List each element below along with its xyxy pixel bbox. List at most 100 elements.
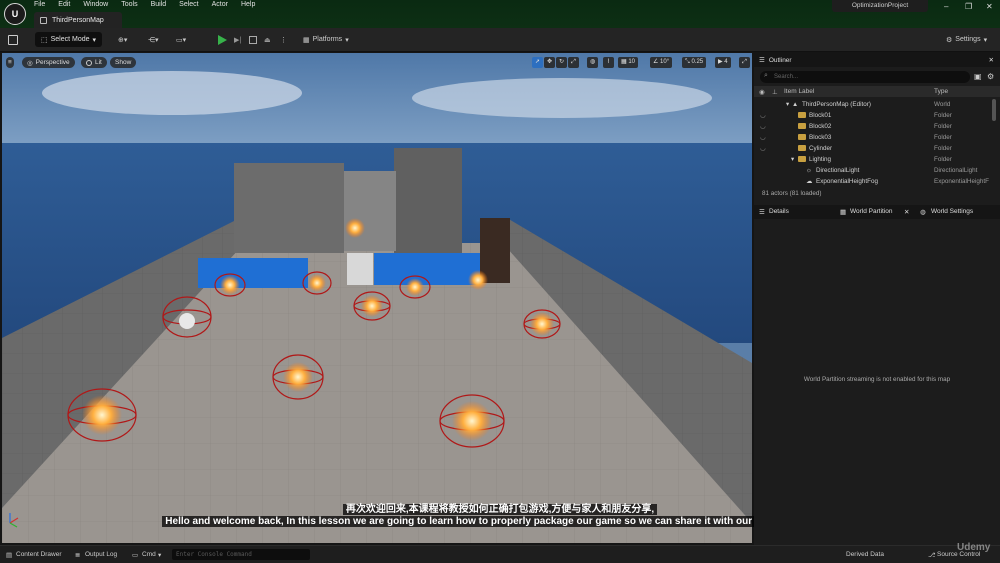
menu-file[interactable]: File (34, 0, 45, 10)
gear-icon[interactable]: ⚙ (987, 72, 994, 81)
blueprint-icon: ⋲▾ (148, 36, 159, 44)
level-viewport[interactable]: ≡ ◎ Perspective Lit Show ➚ ✥ ↻ ⤢ ◍ ⌇ ▦ 10… (2, 53, 752, 543)
tab-world-settings[interactable]: World Settings (931, 208, 973, 215)
folder-icon (798, 145, 806, 152)
play-icon (218, 34, 227, 45)
expand-icon: ▾ (791, 156, 795, 163)
eject-button[interactable]: ⏏ (264, 32, 271, 47)
scale-snap-value: 0.25 (691, 59, 704, 65)
select-mode-button[interactable]: ⬚ Select Mode ▾ (35, 32, 103, 47)
chevron-down-icon: ▾ (983, 36, 988, 44)
output-log-icon: ≣ (75, 552, 81, 559)
content-drawer-button[interactable]: Content Drawer (16, 551, 62, 558)
scale-snap-toggle[interactable]: ⤡ 0.25 (682, 57, 707, 68)
add-folder-icon[interactable]: ▣ (974, 72, 982, 81)
list-item[interactable]: ◡ Block02 Folder (754, 121, 1000, 132)
cinematics-button[interactable]: ▭▾ (176, 32, 186, 47)
settings-label: Settings (955, 36, 981, 43)
list-item[interactable]: ◡ Block03 Folder (754, 132, 1000, 143)
visibility-icon[interactable]: ◡ (760, 121, 766, 132)
close-icon[interactable]: ✕ (989, 56, 994, 64)
list-item[interactable]: ◡ Block01 Folder (754, 110, 1000, 121)
menu-actor[interactable]: Actor (212, 0, 228, 10)
udemy-watermark: Udemy (957, 542, 991, 553)
tab-third-person-map[interactable]: ThirdPersonMap (34, 12, 122, 28)
list-item[interactable]: ▾ ▲ ThirdPersonMap (Editor) World (754, 99, 1000, 110)
outliner-search-input[interactable]: Search... (760, 71, 970, 83)
maximize-icon[interactable]: ❐ (965, 2, 972, 11)
actor-count: 81 actors (81 loaded) (762, 190, 822, 197)
terminal-icon: ▭ (132, 552, 139, 559)
menu-select[interactable]: Select (179, 0, 198, 10)
select-mode-icon: ⬚ (41, 36, 48, 44)
visibility-icon[interactable]: ◡ (760, 110, 766, 121)
close-icon[interactable]: ✕ (986, 2, 993, 11)
tab-details[interactable]: Details (769, 208, 789, 215)
chevron-down-icon: ▾ (92, 36, 97, 44)
row-type: Folder (934, 123, 952, 130)
unreal-logo-icon[interactable]: U (4, 3, 26, 25)
menu-build[interactable]: Build (151, 0, 167, 10)
select-mode-label: Select Mode (50, 36, 90, 43)
col-type[interactable]: Type (934, 88, 948, 95)
list-item[interactable]: ▾ Lighting Folder (754, 154, 1000, 165)
tab-world-partition[interactable]: World Partition (850, 208, 893, 215)
list-item[interactable]: ☁ ExponentialHeightFog ExponentialHeight… (754, 176, 1000, 187)
list-item[interactable]: ☼ DirectionalLight DirectionalLight (754, 165, 1000, 176)
rotation-snap-value: 10° (660, 59, 670, 65)
step-icon: ▶| (234, 36, 242, 44)
grid-snap-toggle[interactable]: ▦ 10 (618, 57, 639, 68)
rotate-tool-icon[interactable]: ↻ (556, 57, 567, 68)
more-icon: ⋮ (280, 36, 287, 44)
hamburger-icon: ≡ (8, 59, 12, 66)
col-item-label[interactable]: Item Label (784, 88, 814, 95)
surface-snap-icon[interactable]: ⌇ (603, 57, 614, 68)
outliner-scrollbar[interactable] (992, 99, 996, 121)
settings-button[interactable]: ⚙ Settings ▾ (946, 32, 987, 47)
menu-edit[interactable]: Edit (58, 0, 70, 10)
row-type: ExponentialHeightF (934, 178, 989, 185)
visibility-icon[interactable]: ◡ (760, 132, 766, 143)
menu-help[interactable]: Help (241, 0, 255, 10)
select-tool-icon[interactable]: ➚ (532, 57, 543, 68)
visibility-icon[interactable]: ◡ (760, 143, 766, 154)
maximize-viewport-icon[interactable]: ⤢ (739, 57, 750, 68)
fog-icon: ☁ (806, 178, 813, 185)
perspective-button[interactable]: ◎ Perspective (22, 57, 75, 68)
row-type: World (934, 101, 951, 108)
minimize-icon[interactable]: – (944, 2, 948, 11)
play-button[interactable] (218, 32, 227, 47)
play-options-button[interactable]: ⋮ (280, 32, 287, 47)
output-log-button[interactable]: Output Log (85, 551, 117, 558)
rotation-snap-toggle[interactable]: ∠ 10° (650, 57, 673, 68)
translate-tool-icon[interactable]: ✥ (544, 57, 555, 68)
show-button[interactable]: Show (110, 57, 137, 68)
viewport-menu-button[interactable]: ≡ (6, 57, 14, 68)
stop-button[interactable] (249, 32, 257, 47)
close-icon[interactable]: ✕ (904, 208, 909, 216)
step-button[interactable]: ▶| (234, 32, 241, 47)
stop-icon (249, 35, 257, 44)
platforms-button[interactable]: ▦ Platforms ▾ (303, 32, 349, 47)
list-item[interactable]: ◡ Cylinder Folder (754, 143, 1000, 154)
blueprint-button[interactable]: ⋲▾ (148, 32, 159, 47)
world-space-icon[interactable]: ◍ (587, 57, 598, 68)
outliner-tab[interactable]: ☰ Outliner ✕ (754, 53, 1000, 67)
cmd-button[interactable]: Cmd (142, 551, 156, 558)
row-label: ThirdPersonMap (Editor) (802, 101, 871, 108)
derived-data-button[interactable]: Derived Data (846, 551, 884, 558)
save-button[interactable] (8, 32, 18, 47)
menu-tools[interactable]: Tools (121, 0, 137, 10)
folder-icon (798, 112, 806, 119)
camera-icon: ◎ (27, 59, 33, 67)
menu-window[interactable]: Window (83, 0, 108, 10)
scale-tool-icon[interactable]: ⤢ (568, 57, 579, 68)
title-bar: U File Edit Window Tools Build Select Ac… (0, 0, 1000, 28)
pin-header-icon: ⊥ (772, 89, 778, 96)
console-command-input[interactable]: Enter Console Command (172, 549, 310, 560)
lit-button[interactable]: Lit (81, 57, 107, 68)
row-label: Block03 (809, 134, 832, 141)
add-actor-button[interactable]: ⊕▾ (118, 32, 127, 47)
camera-speed-button[interactable]: ▶ 4 (715, 57, 731, 68)
chevron-down-icon: ▾ (158, 552, 162, 559)
